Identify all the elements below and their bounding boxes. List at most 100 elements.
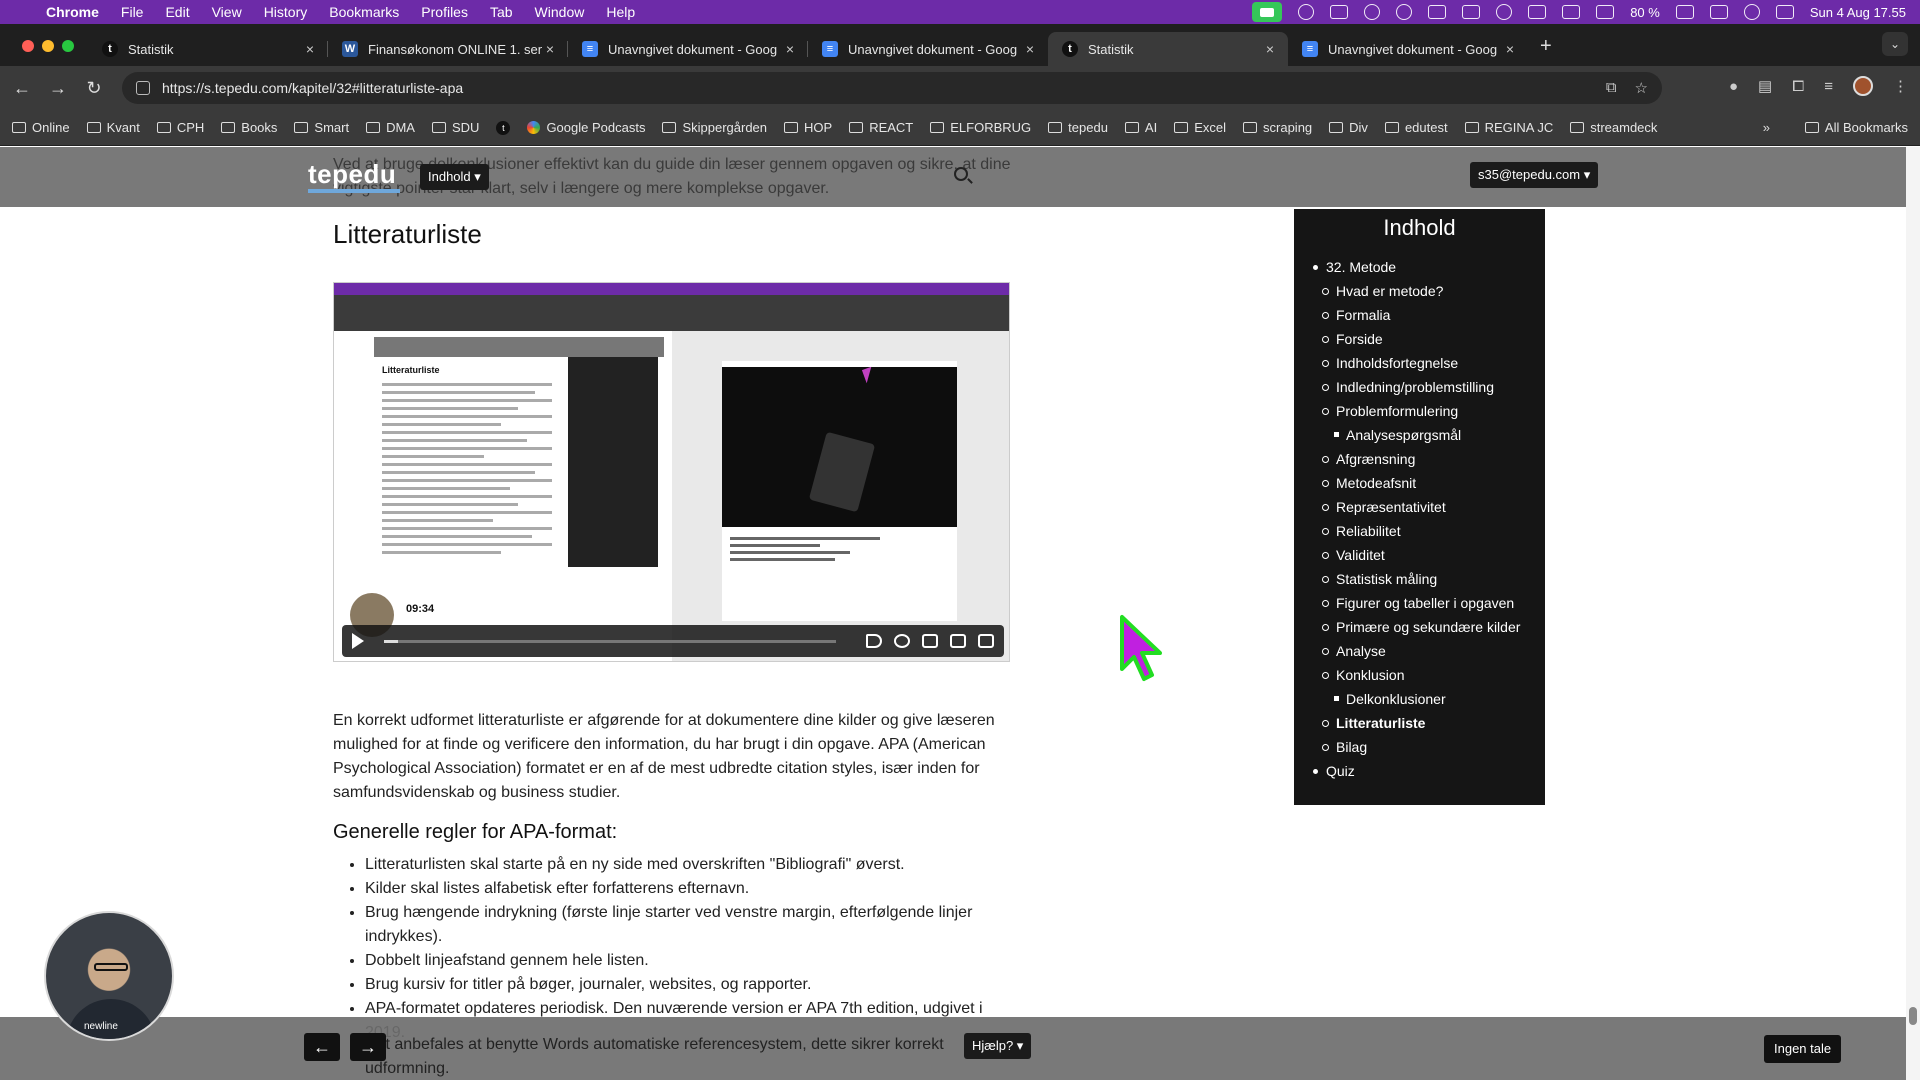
toc-item[interactable]: Primære og sekundære kilder <box>1294 615 1545 639</box>
site-info-icon[interactable] <box>136 81 150 95</box>
media-control-icon[interactable]: ≡ <box>1824 78 1833 95</box>
close-icon[interactable]: × <box>542 41 558 57</box>
menu-view[interactable]: View <box>212 4 242 20</box>
close-window-button[interactable] <box>22 40 34 52</box>
reload-icon[interactable]: ↻ <box>76 78 112 99</box>
bookmark-folder[interactable]: Books <box>221 120 277 135</box>
search-icon[interactable] <box>954 167 968 181</box>
play-icon[interactable] <box>352 633 364 649</box>
settings-gear-icon[interactable] <box>894 634 910 648</box>
menu-tab[interactable]: Tab <box>490 4 513 20</box>
tab-search-button[interactable]: ⌄ <box>1882 32 1908 56</box>
menu-history[interactable]: History <box>264 4 308 20</box>
kebab-menu-icon[interactable]: ⋮ <box>1893 77 1908 95</box>
puzzle-icon[interactable]: ⧠ <box>1792 78 1804 95</box>
clock[interactable]: Sun 4 Aug 17.55 <box>1810 5 1906 20</box>
toc-item[interactable]: Indholdsfortegnelse <box>1294 351 1545 375</box>
toc-item[interactable]: Statistisk måling <box>1294 567 1545 591</box>
vimeo-icon[interactable] <box>1462 5 1481 19</box>
address-bar[interactable]: https://s.tepedu.com/kapitel/32#litterat… <box>122 72 1662 104</box>
screen-record-icon[interactable] <box>1330 5 1349 19</box>
control-center-icon[interactable] <box>1775 5 1794 19</box>
menu-app-name[interactable]: Chrome <box>46 4 99 20</box>
user-dropdown[interactable]: s35@tepedu.com ▾ <box>1470 162 1599 188</box>
fullscreen-window-button[interactable] <box>62 40 74 52</box>
site-logo[interactable]: tepedu <box>308 159 396 190</box>
help-dropdown[interactable]: Hjælp? ▾ <box>964 1033 1032 1059</box>
new-tab-button[interactable]: + <box>1528 35 1564 66</box>
mirror-icon[interactable] <box>1528 5 1547 19</box>
bookmark-folder[interactable]: Kvant <box>86 120 140 135</box>
toc-item[interactable]: Metodeafsnit <box>1294 471 1545 495</box>
toc-item[interactable]: Analyse <box>1294 639 1545 663</box>
toc-item[interactable]: Quiz <box>1294 759 1545 783</box>
previous-page-button[interactable]: ← <box>304 1033 340 1061</box>
profile-avatar[interactable] <box>1853 76 1873 96</box>
cast-icon[interactable] <box>922 634 938 648</box>
toc-item[interactable]: Formalia <box>1294 303 1545 327</box>
tab-finansokonom[interactable]: W Finansøkonom ONLINE 1. sem × <box>328 32 568 66</box>
close-icon[interactable]: × <box>1262 41 1278 57</box>
bookmark-folder[interactable]: CPH <box>156 120 204 135</box>
bookmark-folder[interactable]: DMA <box>366 120 415 135</box>
close-icon[interactable]: × <box>302 41 318 57</box>
tab-gdoc-3[interactable]: ≡ Unavngivet dokument - Goog × <box>1288 32 1528 66</box>
open-in-app-icon[interactable]: ⧉ <box>1606 79 1617 97</box>
toc-item[interactable]: Afgrænsning <box>1294 447 1545 471</box>
toc-item[interactable]: Problemformulering <box>1294 399 1545 423</box>
keyboard-icon[interactable] <box>1709 5 1728 19</box>
bookmark-folder[interactable]: tepedu <box>1048 120 1108 135</box>
page-scrollbar[interactable] <box>1906 147 1920 1080</box>
bookmark-tepedu[interactable]: t <box>496 120 511 135</box>
contents-dropdown[interactable]: Indhold ▾ <box>420 164 489 190</box>
toc-item[interactable]: Reliabilitet <box>1294 519 1545 543</box>
bookmark-folder[interactable]: REGINA JC <box>1464 120 1553 135</box>
picture-in-picture-icon[interactable] <box>950 634 966 648</box>
bookmark-folder[interactable]: SDU <box>431 120 479 135</box>
facetime-icon[interactable] <box>1252 2 1283 22</box>
toc-item[interactable]: Repræsentativitet <box>1294 495 1545 519</box>
battery-icon[interactable] <box>1675 5 1694 19</box>
close-icon[interactable]: × <box>1502 41 1518 57</box>
glasses-icon[interactable] <box>1428 5 1447 19</box>
bookmark-star-icon[interactable]: ☆ <box>1635 79 1648 97</box>
minimize-window-button[interactable] <box>42 40 54 52</box>
tab-statistik-active[interactable]: t Statistik × <box>1048 32 1288 66</box>
bookmark-folder[interactable]: AI <box>1124 120 1157 135</box>
menu-window[interactable]: Window <box>535 4 585 20</box>
menu-profiles[interactable]: Profiles <box>421 4 468 20</box>
menu-edit[interactable]: Edit <box>165 4 189 20</box>
all-bookmarks-button[interactable]: All Bookmarks <box>1804 120 1908 135</box>
close-icon[interactable]: × <box>782 41 798 57</box>
toc-item[interactable]: Delkonklusioner <box>1294 687 1545 711</box>
menu-bookmarks[interactable]: Bookmarks <box>329 4 399 20</box>
bookmark-folder[interactable]: scraping <box>1243 120 1312 135</box>
toc-item[interactable]: Indledning/problemstilling <box>1294 375 1545 399</box>
bookmark-folder[interactable]: REACT <box>849 120 913 135</box>
back-arrow-icon[interactable]: ← <box>4 78 40 99</box>
more-bookmarks-chevron-icon[interactable]: » <box>1763 120 1770 135</box>
bookmark-folder[interactable]: streamdeck <box>1570 120 1657 135</box>
volume-icon[interactable] <box>866 634 882 648</box>
extension-icon[interactable]: ● <box>1729 78 1738 95</box>
toc-item[interactable]: Bilag <box>1294 735 1545 759</box>
menu-help[interactable]: Help <box>606 4 635 20</box>
tab-statistik-1[interactable]: t Statistik × <box>88 32 328 66</box>
toc-item-active[interactable]: Litteraturliste <box>1294 711 1545 735</box>
video-progress-bar[interactable] <box>384 639 836 643</box>
status-icon[interactable] <box>1298 4 1315 20</box>
compass-icon[interactable] <box>1496 4 1513 20</box>
next-page-button[interactable]: → <box>350 1033 386 1061</box>
toc-item[interactable]: Analysespørgsmål <box>1294 423 1545 447</box>
bookmark-folder[interactable]: HOP <box>784 120 832 135</box>
dropbox-icon[interactable] <box>1364 4 1381 20</box>
toc-item[interactable]: Konklusion <box>1294 663 1545 687</box>
bookmark-folder[interactable]: Online <box>12 120 70 135</box>
bookmark-folder[interactable]: Skippergården <box>662 120 767 135</box>
toc-item[interactable]: 32. Metode <box>1294 255 1545 279</box>
bookmark-google-podcasts[interactable]: Google Podcasts <box>527 120 645 135</box>
grid-icon[interactable] <box>1396 4 1413 20</box>
document-extension-icon[interactable]: ▤ <box>1758 77 1772 95</box>
close-icon[interactable]: × <box>1022 41 1038 57</box>
toc-item[interactable]: Validitet <box>1294 543 1545 567</box>
